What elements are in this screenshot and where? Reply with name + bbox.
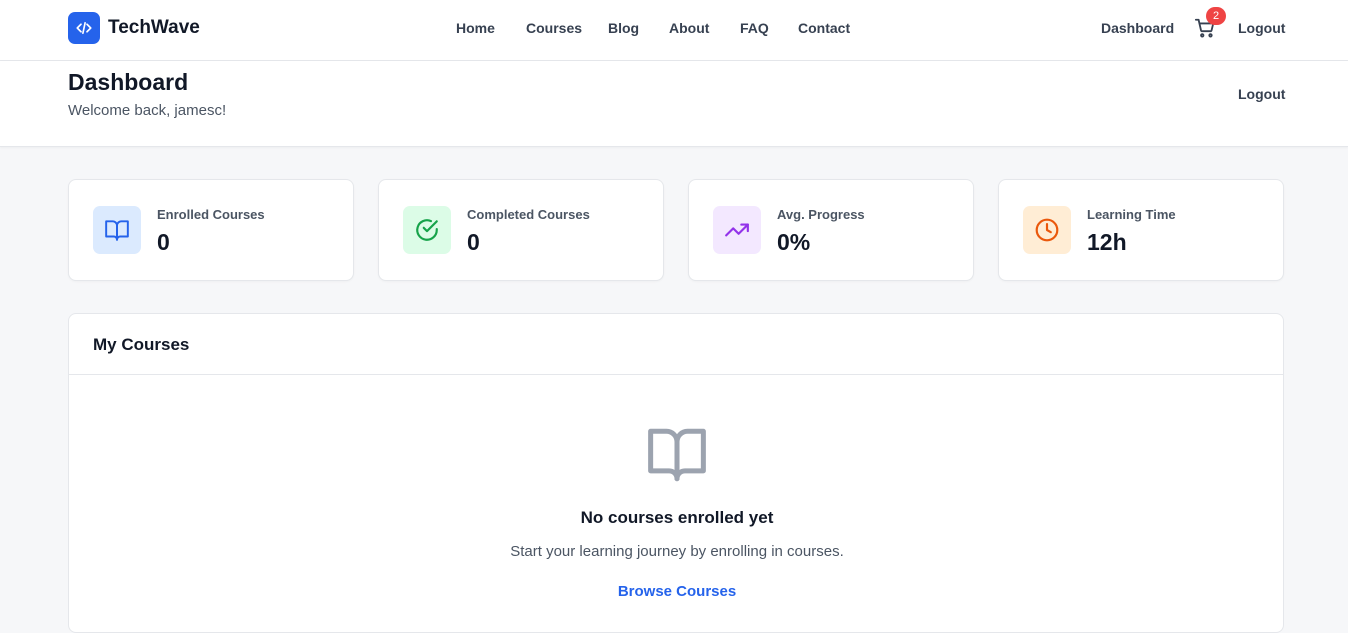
stat-value: 0 <box>157 229 170 255</box>
book-open-icon <box>93 206 141 254</box>
brand[interactable]: TechWave <box>68 12 200 44</box>
stat-label: Avg. Progress <box>777 207 865 222</box>
my-courses-title: My Courses <box>93 335 190 354</box>
page-title: Dashboard <box>68 69 189 95</box>
stat-label: Enrolled Courses <box>157 207 265 222</box>
browse-courses-link[interactable]: Browse Courses <box>69 583 1285 600</box>
brand-name: TechWave <box>108 17 200 38</box>
empty-state-subtitle: Start your learning journey by enrolling… <box>510 543 844 560</box>
nav-dashboard[interactable]: Dashboard <box>1101 20 1174 36</box>
empty-state-title: No courses enrolled yet <box>580 508 774 527</box>
nav-courses[interactable]: Courses <box>526 20 582 36</box>
clock-icon <box>1023 206 1071 254</box>
stat-card-learning-time: Learning Time 12h <box>998 179 1284 281</box>
nav-contact[interactable]: Contact <box>798 20 850 36</box>
cart-count-badge: 2 <box>1206 7 1226 25</box>
top-navbar: TechWave Home Courses Blog About FAQ Con… <box>0 0 1348 61</box>
code-icon <box>68 12 100 44</box>
page-header: Dashboard Welcome back, jamesc! Logout <box>0 61 1348 147</box>
nav-about[interactable]: About <box>669 20 709 36</box>
my-courses-header: My Courses <box>69 314 1283 375</box>
nav-home[interactable]: Home <box>456 20 495 36</box>
stat-card-progress: Avg. Progress 0% <box>688 179 974 281</box>
stat-card-completed: Completed Courses 0 <box>378 179 664 281</box>
nav-logout[interactable]: Logout <box>1238 20 1285 36</box>
nav-faq[interactable]: FAQ <box>740 20 769 36</box>
check-circle-icon <box>403 206 451 254</box>
nav-blog[interactable]: Blog <box>608 20 639 36</box>
logout-button[interactable]: Logout <box>1238 86 1285 102</box>
my-courses-panel: My Courses No courses enrolled yet Start… <box>68 313 1284 633</box>
welcome-message: Welcome back, jamesc! <box>68 102 227 119</box>
stat-label: Learning Time <box>1087 207 1176 222</box>
stat-label: Completed Courses <box>467 207 590 222</box>
book-open-icon <box>645 426 709 489</box>
trending-up-icon <box>713 206 761 254</box>
stat-card-enrolled: Enrolled Courses 0 <box>68 179 354 281</box>
stat-value: 12h <box>1087 229 1127 255</box>
stat-value: 0 <box>467 229 480 255</box>
stat-value: 0% <box>777 229 811 255</box>
